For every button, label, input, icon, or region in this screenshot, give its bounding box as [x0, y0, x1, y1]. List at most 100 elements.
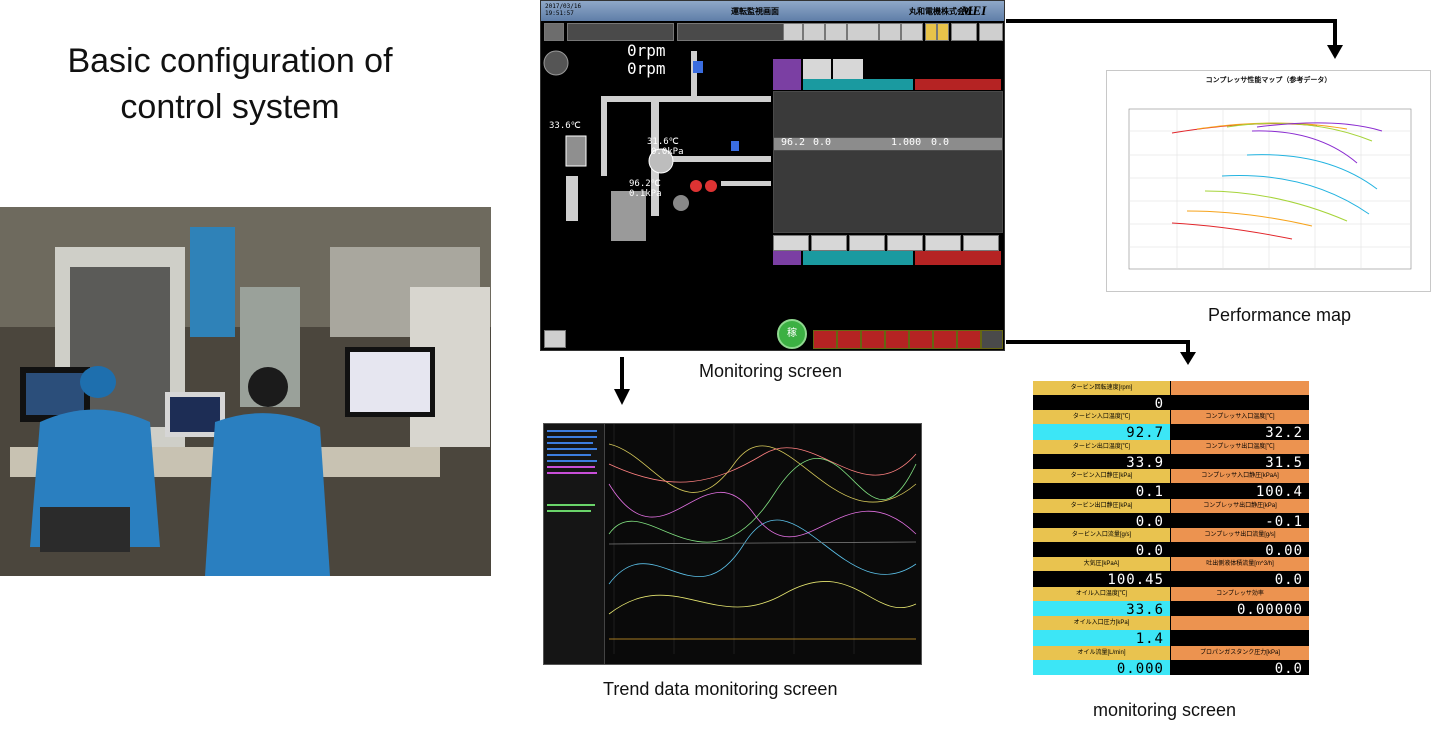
section-header: [803, 79, 913, 90]
left-label: タービン出口温度[℃]: [1033, 440, 1170, 454]
bottom-toggle[interactable]: [837, 330, 861, 349]
value-row-header: オイル流量[L/min] プロパンガスタンク圧力[kPa]: [1033, 646, 1309, 660]
arrow-to-performance-map: [1006, 19, 1343, 59]
trend-monitoring-screen: [543, 423, 922, 665]
monitor-button[interactable]: [847, 23, 879, 41]
status-bar-segment: [773, 251, 801, 265]
grid-value: 0.0: [813, 137, 832, 148]
bottom-toggle[interactable]: [909, 330, 933, 349]
right-label: プロパンガスタンク圧力[kPa]: [1171, 646, 1309, 660]
grid-value: 0.0: [931, 137, 950, 148]
tab[interactable]: [833, 59, 863, 79]
right-label: コンプレッサ入口温度[℃]: [1171, 410, 1309, 424]
monitor-button[interactable]: [783, 23, 803, 41]
monitor-screen-title: 運転監視画面: [731, 7, 779, 16]
bottom-toggle[interactable]: [885, 330, 909, 349]
value-row-header: タービン回転速度[rpm]: [1033, 381, 1309, 395]
caption-trend-screen: Trend data monitoring screen: [603, 679, 838, 699]
left-label: タービン入口静圧[kPa]: [1033, 469, 1170, 483]
value-row-header: タービン出口静圧[kPa] コンプレッサ出口静圧[kPa]: [1033, 499, 1309, 513]
value-row: 0: [1033, 395, 1309, 413]
value-row-header: タービン入口温度[℃] コンプレッサ入口温度[℃]: [1033, 410, 1309, 424]
right-label: [1171, 616, 1309, 630]
value-row: 0.1 100.4: [1033, 483, 1309, 501]
performance-map: コンプレッサ性能マップ（参考データ）: [1106, 70, 1431, 292]
detail-button[interactable]: [811, 235, 847, 251]
monitor-datetime: 2017/03/16 19:51:57: [545, 3, 582, 17]
monitor-button[interactable]: [979, 23, 1003, 41]
value-row: 0.0 -0.1: [1033, 513, 1309, 531]
arrow-to-trend-screen: [614, 357, 630, 405]
monitor-button[interactable]: [901, 23, 923, 41]
detail-button[interactable]: [887, 235, 923, 251]
data-grid: [773, 91, 1003, 233]
right-label: コンプレッサ出口流量[g/s]: [1171, 528, 1309, 542]
left-label: タービン回転速度[rpm]: [1033, 381, 1170, 395]
monitor-field: [677, 23, 784, 41]
value-row-header: タービン入口静圧[kPa] コンプレッサ入口静圧[kPaA]: [1033, 469, 1309, 483]
temp-reading-2: 31.6℃: [647, 137, 679, 147]
monitor-button[interactable]: [879, 23, 901, 41]
detail-button[interactable]: [849, 235, 885, 251]
right-label: コンプレッサ出口静圧[kPa]: [1171, 499, 1309, 513]
right-label: コンプレッサ入口静圧[kPaA]: [1171, 469, 1309, 483]
status-bar-segment: [803, 251, 913, 265]
tab[interactable]: [773, 59, 801, 79]
right-label: コンプレッサ出口温度[℃]: [1171, 440, 1309, 454]
value-row: 33.6 0.00000: [1033, 601, 1309, 619]
company-logo: MEI: [961, 3, 987, 18]
pressure-reading-2: 0.1kPa: [629, 189, 662, 199]
monitor-button[interactable]: [951, 23, 977, 41]
left-label: タービン入口流量[g/s]: [1033, 528, 1170, 542]
section-header: [915, 79, 1001, 90]
slide-title: Basic configuration of control system: [67, 42, 393, 126]
value-row: 1.4: [1033, 630, 1309, 648]
left-label: オイル入口温度[℃]: [1033, 587, 1170, 601]
detail-button[interactable]: [925, 235, 961, 251]
value-row-header: オイル入口圧力[kPa]: [1033, 616, 1309, 630]
value-row: 100.45 0.0: [1033, 571, 1309, 589]
value-row: 0.0 0.00: [1033, 542, 1309, 560]
lock-icon[interactable]: [925, 23, 937, 41]
monitor-button[interactable]: [825, 23, 847, 41]
bottom-toggle[interactable]: [861, 330, 885, 349]
caption-monitoring-screen: Monitoring screen: [699, 361, 843, 381]
temp-reading-3: 96.2℃: [629, 179, 661, 189]
pressure-reading-1: 0.0kPa: [651, 147, 684, 157]
control-room-photo: [0, 207, 491, 576]
status-bar-segment: [915, 251, 1001, 265]
right-label: コンプレッサ効率: [1171, 587, 1309, 601]
value-row-header: オイル入口温度[℃] コンプレッサ効率: [1033, 587, 1309, 601]
lock-icon[interactable]: [937, 23, 949, 41]
monitor-button[interactable]: [803, 23, 825, 41]
start-button[interactable]: 稼: [777, 319, 807, 349]
monitor-button[interactable]: [544, 23, 564, 41]
value-row-header: 大気圧[kPaA] 吐出側液体積流量[m^3/h]: [1033, 557, 1309, 571]
temp-reading-1: 33.6℃: [549, 121, 581, 131]
tab[interactable]: [803, 59, 831, 79]
detail-button[interactable]: [773, 235, 809, 251]
value-row-header: タービン出口温度[℃] コンプレッサ出口温度[℃]: [1033, 440, 1309, 454]
rpm-bottom: 0rpm: [627, 59, 666, 78]
detail-button[interactable]: [963, 235, 999, 251]
left-label: タービン出口静圧[kPa]: [1033, 499, 1170, 513]
left-label: 大気圧[kPaA]: [1033, 557, 1170, 571]
value-row-header: タービン入口流量[g/s] コンプレッサ出口流量[g/s]: [1033, 528, 1309, 542]
right-label: [1171, 381, 1309, 395]
bottom-toggle[interactable]: [981, 330, 1003, 349]
caption-values-screen: monitoring screen: [1093, 700, 1237, 720]
bottom-toggle[interactable]: [813, 330, 837, 349]
values-monitoring-screen: タービン回転速度[rpm] 0 タービン入口温度[℃] コンプレッサ入口温度[℃] 92…: [1033, 381, 1309, 675]
caption-performance-map: Performance map: [1208, 305, 1352, 325]
monitor-title-bar: 2017/03/16 19:51:57 運転監視画面 丸和電機株式会社 MEI: [541, 1, 1004, 21]
bottom-toggle[interactable]: [957, 330, 981, 349]
arrow-to-values-screen: [1006, 340, 1196, 365]
menu-button[interactable]: [544, 330, 566, 348]
value-row: 0.000 0.0: [1033, 660, 1309, 675]
right-label: 吐出側液体積流量[m^3/h]: [1171, 557, 1309, 571]
right-value: 0.0: [1171, 660, 1309, 675]
rpm-top: 0rpm: [627, 41, 666, 60]
bottom-toggle[interactable]: [933, 330, 957, 349]
section-header: [773, 79, 801, 90]
left-label: タービン入口温度[℃]: [1033, 410, 1170, 424]
